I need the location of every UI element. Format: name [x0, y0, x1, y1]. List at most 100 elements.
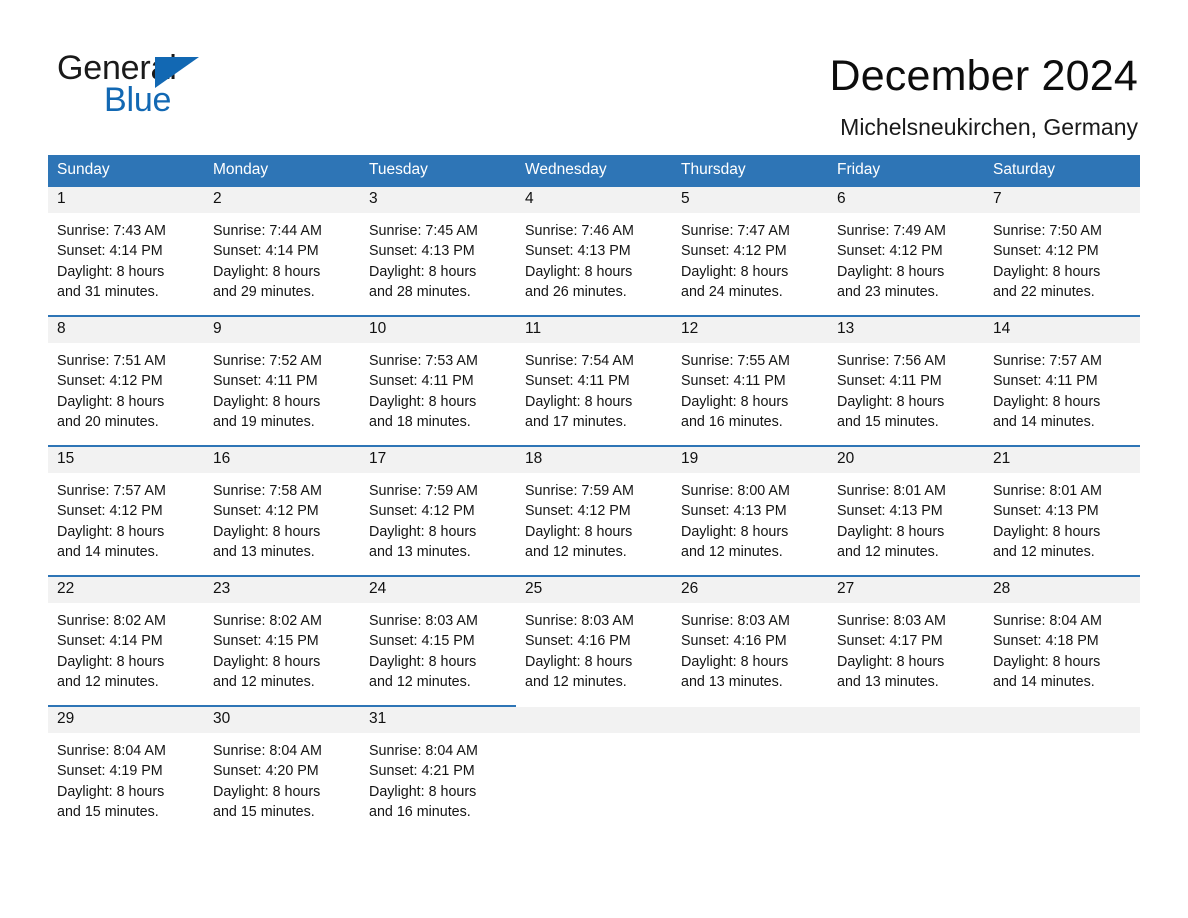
sunset-text: Sunset: 4:15 PM [213, 633, 319, 650]
daylight-text-line1: Daylight: 8 hours [57, 783, 165, 800]
sunrise-text: Sunrise: 7:54 AM [525, 353, 634, 369]
day-details: Sunrise: 8:04 AM Sunset: 4:19 PM Daylight:… [48, 733, 204, 822]
day-number-band [672, 705, 828, 733]
calendar-day-cell[interactable]: 22 Sunrise: 8:02 AM Sunset: 4:14 PM Dayligh… [48, 575, 204, 701]
calendar-day-cell[interactable]: 5 Sunrise: 7:47 AM Sunset: 4:12 PM Daylight… [672, 185, 828, 311]
day-details: Sunrise: 7:57 AM Sunset: 4:12 PM Daylight:… [48, 473, 204, 562]
daylight-text-line2: and 12 minutes. [681, 543, 783, 560]
daylight-text-line2: and 22 minutes. [993, 283, 1095, 300]
calendar-day-cell[interactable]: 25 Sunrise: 8:03 AM Sunset: 4:16 PM Dayligh… [516, 575, 672, 701]
calendar-day-cell[interactable]: 3 Sunrise: 7:45 AM Sunset: 4:13 PM Daylight… [360, 185, 516, 311]
daylight-text-line2: and 14 minutes. [993, 673, 1095, 690]
calendar-day-cell[interactable]: 10 Sunrise: 7:53 AM Sunset: 4:11 PM Dayligh… [360, 315, 516, 441]
sunset-text: Sunset: 4:13 PM [525, 243, 631, 260]
sunset-text: Sunset: 4:11 PM [213, 373, 318, 390]
daylight-text-line2: and 14 minutes. [57, 543, 159, 560]
sunrise-text: Sunrise: 7:46 AM [525, 223, 634, 239]
daylight-text-line2: and 12 minutes. [525, 673, 627, 690]
daylight-text-line1: Daylight: 8 hours [213, 523, 321, 540]
day-number: 18 [525, 450, 543, 467]
sunset-text: Sunset: 4:13 PM [993, 503, 1099, 520]
sunset-text: Sunset: 4:12 PM [993, 243, 1099, 260]
sunrise-text: Sunrise: 8:03 AM [837, 613, 946, 629]
calendar-day-cell[interactable]: 21 Sunrise: 8:01 AM Sunset: 4:13 PM Dayligh… [984, 445, 1140, 571]
day-details: Sunrise: 7:43 AM Sunset: 4:14 PM Daylight:… [48, 213, 204, 302]
calendar-day-cell[interactable]: 14 Sunrise: 7:57 AM Sunset: 4:11 PM Dayligh… [984, 315, 1140, 441]
day-number: 9 [213, 320, 222, 337]
day-number-band: 10 [360, 315, 516, 343]
calendar-day-cell[interactable]: 26 Sunrise: 8:03 AM Sunset: 4:16 PM Dayligh… [672, 575, 828, 701]
day-details: Sunrise: 7:52 AM Sunset: 4:11 PM Daylight:… [204, 343, 360, 432]
day-details: Sunrise: 8:00 AM Sunset: 4:13 PM Daylight:… [672, 473, 828, 562]
sunset-text: Sunset: 4:14 PM [57, 243, 163, 260]
daylight-text-line2: and 16 minutes. [369, 803, 471, 820]
calendar-day-cell[interactable]: 30 Sunrise: 8:04 AM Sunset: 4:20 PM Dayligh… [204, 705, 360, 831]
calendar-day-cell[interactable]: 15 Sunrise: 7:57 AM Sunset: 4:12 PM Dayligh… [48, 445, 204, 571]
day-number-band: 6 [828, 185, 984, 213]
sunrise-text: Sunrise: 7:47 AM [681, 223, 790, 239]
daylight-text-line2: and 19 minutes. [213, 413, 315, 430]
page-title: December 2024 [829, 52, 1138, 100]
sunrise-text: Sunrise: 7:49 AM [837, 223, 946, 239]
calendar-day-cell[interactable]: 8 Sunrise: 7:51 AM Sunset: 4:12 PM Daylight… [48, 315, 204, 441]
daylight-text-line1: Daylight: 8 hours [57, 263, 165, 280]
calendar-day-cell[interactable]: 17 Sunrise: 7:59 AM Sunset: 4:12 PM Dayligh… [360, 445, 516, 571]
day-details: Sunrise: 8:04 AM Sunset: 4:21 PM Daylight:… [360, 733, 516, 822]
daylight-text-line1: Daylight: 8 hours [57, 523, 165, 540]
calendar-day-cell[interactable]: 29 Sunrise: 8:04 AM Sunset: 4:19 PM Dayligh… [48, 705, 204, 831]
calendar-day-cell[interactable]: 11 Sunrise: 7:54 AM Sunset: 4:11 PM Dayligh… [516, 315, 672, 441]
day-number-band: 11 [516, 315, 672, 343]
day-details: Sunrise: 7:59 AM Sunset: 4:12 PM Daylight:… [516, 473, 672, 562]
daylight-text-line2: and 12 minutes. [57, 673, 159, 690]
sunset-text: Sunset: 4:14 PM [213, 243, 319, 260]
day-details: Sunrise: 7:49 AM Sunset: 4:12 PM Daylight:… [828, 213, 984, 302]
calendar-day-cell[interactable]: 6 Sunrise: 7:49 AM Sunset: 4:12 PM Daylight… [828, 185, 984, 311]
calendar-day-cell[interactable]: 1 Sunrise: 7:43 AM Sunset: 4:14 PM Daylight… [48, 185, 204, 311]
calendar-day-cell[interactable]: 9 Sunrise: 7:52 AM Sunset: 4:11 PM Daylight… [204, 315, 360, 441]
day-number-band: 30 [204, 705, 360, 733]
calendar-day-cell[interactable]: 23 Sunrise: 8:02 AM Sunset: 4:15 PM Dayligh… [204, 575, 360, 701]
daylight-text-line2: and 18 minutes. [369, 413, 471, 430]
day-number-band [516, 705, 672, 733]
day-details: Sunrise: 8:03 AM Sunset: 4:15 PM Daylight:… [360, 603, 516, 692]
day-details: Sunrise: 7:54 AM Sunset: 4:11 PM Daylight:… [516, 343, 672, 432]
day-details: Sunrise: 8:03 AM Sunset: 4:17 PM Daylight:… [828, 603, 984, 692]
calendar-day-cell[interactable]: 2 Sunrise: 7:44 AM Sunset: 4:14 PM Daylight… [204, 185, 360, 311]
calendar-day-cell[interactable]: 7 Sunrise: 7:50 AM Sunset: 4:12 PM Daylight… [984, 185, 1140, 311]
calendar-day-cell[interactable]: 24 Sunrise: 8:03 AM Sunset: 4:15 PM Dayligh… [360, 575, 516, 701]
sunset-text: Sunset: 4:13 PM [369, 243, 475, 260]
day-number-band: 23 [204, 575, 360, 603]
day-number: 31 [369, 710, 387, 727]
day-number-band: 8 [48, 315, 204, 343]
calendar-day-cell[interactable]: 31 Sunrise: 8:04 AM Sunset: 4:21 PM Dayligh… [360, 705, 516, 831]
calendar-day-cell[interactable]: 18 Sunrise: 7:59 AM Sunset: 4:12 PM Dayligh… [516, 445, 672, 571]
day-number: 11 [525, 320, 542, 337]
calendar-day-cell[interactable]: 4 Sunrise: 7:46 AM Sunset: 4:13 PM Daylight… [516, 185, 672, 311]
calendar-day-cell[interactable]: 16 Sunrise: 7:58 AM Sunset: 4:12 PM Dayligh… [204, 445, 360, 571]
day-number-band [828, 705, 984, 733]
daylight-text-line1: Daylight: 8 hours [993, 263, 1101, 280]
daylight-text-line1: Daylight: 8 hours [681, 653, 789, 670]
sunset-text: Sunset: 4:20 PM [213, 763, 319, 780]
calendar-day-cell[interactable]: 27 Sunrise: 8:03 AM Sunset: 4:17 PM Dayligh… [828, 575, 984, 701]
daylight-text-line2: and 12 minutes. [525, 543, 627, 560]
calendar-day-cell[interactable]: 12 Sunrise: 7:55 AM Sunset: 4:11 PM Dayligh… [672, 315, 828, 441]
day-details: Sunrise: 7:55 AM Sunset: 4:11 PM Daylight:… [672, 343, 828, 432]
day-number: 10 [369, 320, 387, 337]
daylight-text-line2: and 23 minutes. [837, 283, 939, 300]
daylight-text-line1: Daylight: 8 hours [57, 653, 165, 670]
day-details: Sunrise: 7:56 AM Sunset: 4:11 PM Daylight:… [828, 343, 984, 432]
daylight-text-line2: and 24 minutes. [681, 283, 783, 300]
daylight-text-line1: Daylight: 8 hours [369, 653, 477, 670]
calendar-day-cell[interactable]: 19 Sunrise: 8:00 AM Sunset: 4:13 PM Dayligh… [672, 445, 828, 571]
day-number-band: 18 [516, 445, 672, 473]
calendar-day-cell[interactable]: 20 Sunrise: 8:01 AM Sunset: 4:13 PM Dayligh… [828, 445, 984, 571]
calendar-day-cell[interactable]: 28 Sunrise: 8:04 AM Sunset: 4:18 PM Dayligh… [984, 575, 1140, 701]
daylight-text-line1: Daylight: 8 hours [525, 653, 633, 670]
day-number: 22 [57, 580, 75, 597]
sunset-text: Sunset: 4:11 PM [837, 373, 942, 390]
calendar-day-cell-empty [516, 705, 672, 831]
day-number-band: 25 [516, 575, 672, 603]
calendar-day-cell[interactable]: 13 Sunrise: 7:56 AM Sunset: 4:11 PM Dayligh… [828, 315, 984, 441]
page-header: General Blue December 2024 Michelsneukir… [0, 0, 1188, 142]
